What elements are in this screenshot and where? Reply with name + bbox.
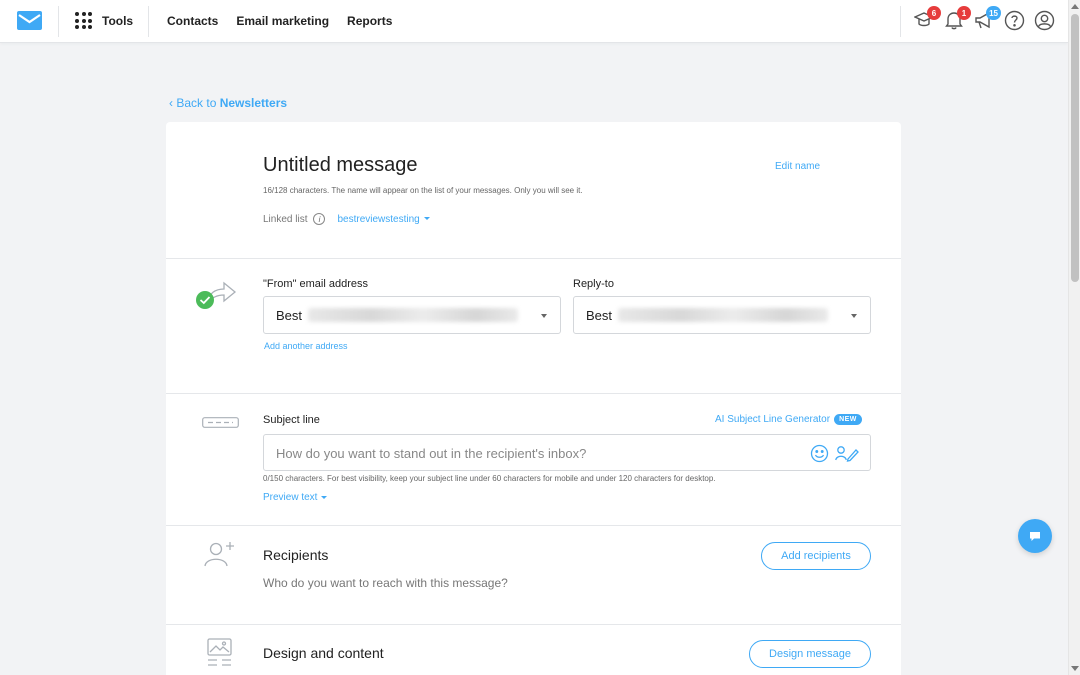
menu-item-reports[interactable]: Reports [347,14,392,28]
subject-line-label: Subject line [263,414,320,426]
subject-section: Subject line AI Subject Line Generator N… [166,394,901,526]
add-user-icon [204,542,234,567]
recipients-title: Recipients [263,547,329,563]
ai-generator-label: AI Subject Line Generator [715,414,831,425]
message-title: Untitled message [263,154,418,176]
design-title: Design and content [263,645,384,661]
help-circle-icon [1004,10,1024,30]
back-to-newsletters-link[interactable]: ‹ Back to Newsletters [169,96,287,110]
subject-field-icon [202,417,239,428]
menu-item-contacts[interactable]: Contacts [167,14,218,28]
ai-subject-generator-link[interactable]: AI Subject Line Generator NEW [715,414,862,425]
announcements-button[interactable]: 15 [973,6,1001,32]
redacted-email [618,308,828,322]
announcements-badge: 15 [986,6,1001,20]
design-message-button[interactable]: Design message [749,640,871,668]
dropdown-arrow-icon [541,314,547,318]
linked-list-row: Linked list i bestreviewstesting [263,213,430,225]
back-target: Newsletters [219,96,288,110]
main-menu: Contacts Email marketing Reports [167,14,392,28]
redacted-email [308,308,518,322]
notifications-button[interactable]: 1 [943,6,971,32]
preview-text-toggle[interactable]: Preview text [263,492,328,503]
caret-down-icon [423,217,430,221]
add-another-address-link[interactable]: Add another address [264,341,348,351]
emoji-icon[interactable] [810,444,829,463]
subject-placeholder: How do you want to stand out in the reci… [276,446,587,461]
tools-label: Tools [102,13,134,28]
chat-bubble-icon [1030,531,1040,541]
nav-divider [148,6,149,37]
scroll-up-arrow-icon[interactable] [1071,4,1079,9]
subject-line-input[interactable]: How do you want to stand out in the reci… [263,434,871,471]
header-actions: 6 1 15 [913,6,1055,32]
user-circle-icon [1034,10,1054,30]
recipients-subtitle: Who do you want to reach with this messa… [263,576,508,590]
message-settings-card: Untitled message Edit name 16/128 charac… [166,122,901,675]
tools-menu[interactable]: Tools [75,12,133,29]
nav-divider [58,6,59,37]
scroll-thumb[interactable] [1071,14,1079,282]
preview-text-label: Preview text [263,492,318,503]
info-icon[interactable]: i [313,213,326,225]
account-button[interactable] [1033,8,1055,32]
reply-to-select[interactable]: Best [573,296,871,334]
help-button[interactable] [1003,8,1025,32]
name-char-hint: 16/128 characters. The name will appear … [263,186,583,195]
forward-arrow-check-icon [196,281,237,309]
menu-item-email-marketing[interactable]: Email marketing [236,14,329,28]
edit-name-link[interactable]: Edit name [775,161,820,172]
linked-list-value: bestreviewstesting [337,213,420,225]
envelope-logo-icon[interactable] [17,11,42,30]
reply-to-value: Best [586,308,613,323]
linked-list-label: Linked list [263,213,308,225]
nav-divider [900,6,901,37]
scroll-down-arrow-icon[interactable] [1071,666,1079,671]
sender-section: "From" email address Best Add another ad… [166,259,901,394]
back-prefix: Back to [176,96,220,110]
subject-char-hint: 0/150 characters. For best visibility, k… [263,474,716,483]
message-name-section: Untitled message Edit name 16/128 charac… [166,122,901,259]
recipients-section: Recipients Who do you want to reach with… [166,526,901,625]
add-recipients-button[interactable]: Add recipients [761,542,871,570]
academy-badge: 6 [927,6,941,20]
from-label: "From" email address [263,278,369,290]
linked-list-dropdown[interactable]: bestreviewstesting [337,213,430,225]
from-value: Best [276,308,303,323]
dropdown-arrow-icon [851,314,857,318]
academy-button[interactable]: 6 [913,6,941,32]
from-email-select[interactable]: Best [263,296,561,334]
caret-down-icon [321,495,328,499]
new-badge: NEW [834,414,862,425]
image-layout-icon [207,638,232,666]
apps-grid-icon [75,12,92,29]
page-scrollbar[interactable] [1068,0,1080,675]
top-navigation: Tools Contacts Email marketing Reports 6… [0,0,1068,43]
notifications-badge: 1 [957,6,971,20]
personalize-icon[interactable] [835,444,859,462]
chat-support-button[interactable] [1018,519,1052,553]
reply-to-label: Reply-to [573,278,614,290]
design-section: Design and content Design message [166,625,901,675]
